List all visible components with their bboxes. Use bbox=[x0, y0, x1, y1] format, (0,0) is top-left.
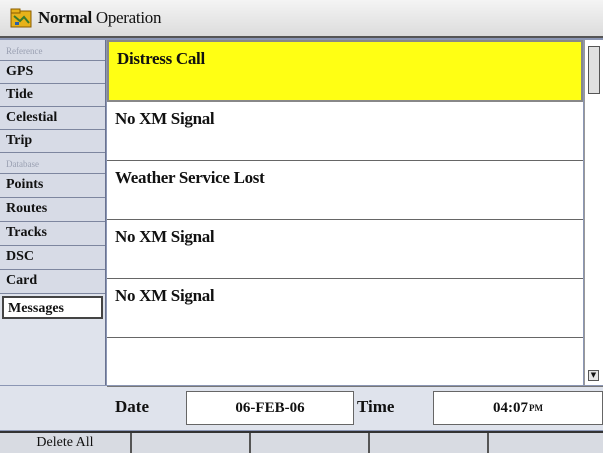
sidebar-item-tide[interactable]: Tide bbox=[0, 84, 105, 107]
softkey-3[interactable] bbox=[251, 433, 370, 453]
time-value-box: 04:07 PM bbox=[433, 391, 603, 425]
softkey-5[interactable] bbox=[489, 433, 603, 453]
message-list[interactable]: Distress Call No XM Signal Weather Servi… bbox=[107, 40, 583, 385]
date-value: 06-FEB-06 bbox=[186, 391, 354, 425]
message-item[interactable]: No XM Signal bbox=[107, 102, 583, 161]
sidebar-item-tracks[interactable]: Tracks bbox=[0, 222, 105, 246]
sidebar-item-trip[interactable]: Trip bbox=[0, 130, 105, 153]
scroll-thumb[interactable] bbox=[588, 46, 600, 94]
map-folder-icon bbox=[10, 7, 32, 29]
message-item-empty bbox=[107, 338, 583, 378]
scroll-down-arrow-icon[interactable]: ▼ bbox=[588, 370, 599, 381]
window-title: Normal Operation bbox=[38, 8, 161, 28]
message-item[interactable]: No XM Signal bbox=[107, 220, 583, 279]
sidebar-item-dsc[interactable]: DSC bbox=[0, 246, 105, 270]
time-label: Time bbox=[357, 397, 395, 416]
sidebar-footer bbox=[0, 386, 107, 430]
title-normal: Normal bbox=[38, 8, 92, 27]
title-operation: Operation bbox=[91, 8, 162, 27]
sidebar-category-reference: Reference bbox=[0, 40, 105, 61]
sidebar: Reference GPS Tide Celestial Trip Databa… bbox=[0, 40, 106, 385]
message-details: Date 06-FEB-06 Time 04:07 PM bbox=[107, 386, 603, 430]
sidebar-item-card[interactable]: Card bbox=[0, 270, 105, 294]
message-item-selected[interactable]: Distress Call bbox=[107, 40, 583, 102]
softkey-delete-all[interactable]: Delete All bbox=[0, 433, 132, 453]
scrollbar[interactable]: ▼ bbox=[584, 40, 603, 385]
date-label: Date bbox=[115, 397, 149, 416]
time-value: 04:07 bbox=[493, 399, 528, 416]
sidebar-item-messages[interactable]: Messages bbox=[2, 296, 103, 319]
time-ampm: PM bbox=[529, 403, 543, 413]
softkey-2[interactable] bbox=[132, 433, 251, 453]
sidebar-category-database: Database bbox=[0, 153, 105, 174]
softkey-4[interactable] bbox=[370, 433, 489, 453]
message-item[interactable]: Weather Service Lost bbox=[107, 161, 583, 220]
sidebar-item-celestial[interactable]: Celestial bbox=[0, 107, 105, 130]
message-item[interactable]: No XM Signal bbox=[107, 279, 583, 338]
sidebar-item-routes[interactable]: Routes bbox=[0, 198, 105, 222]
sidebar-item-points[interactable]: Points bbox=[0, 174, 105, 198]
title-bar: Normal Operation bbox=[0, 0, 603, 38]
softkey-bar: Delete All bbox=[0, 431, 603, 453]
sidebar-item-gps[interactable]: GPS bbox=[0, 61, 105, 84]
